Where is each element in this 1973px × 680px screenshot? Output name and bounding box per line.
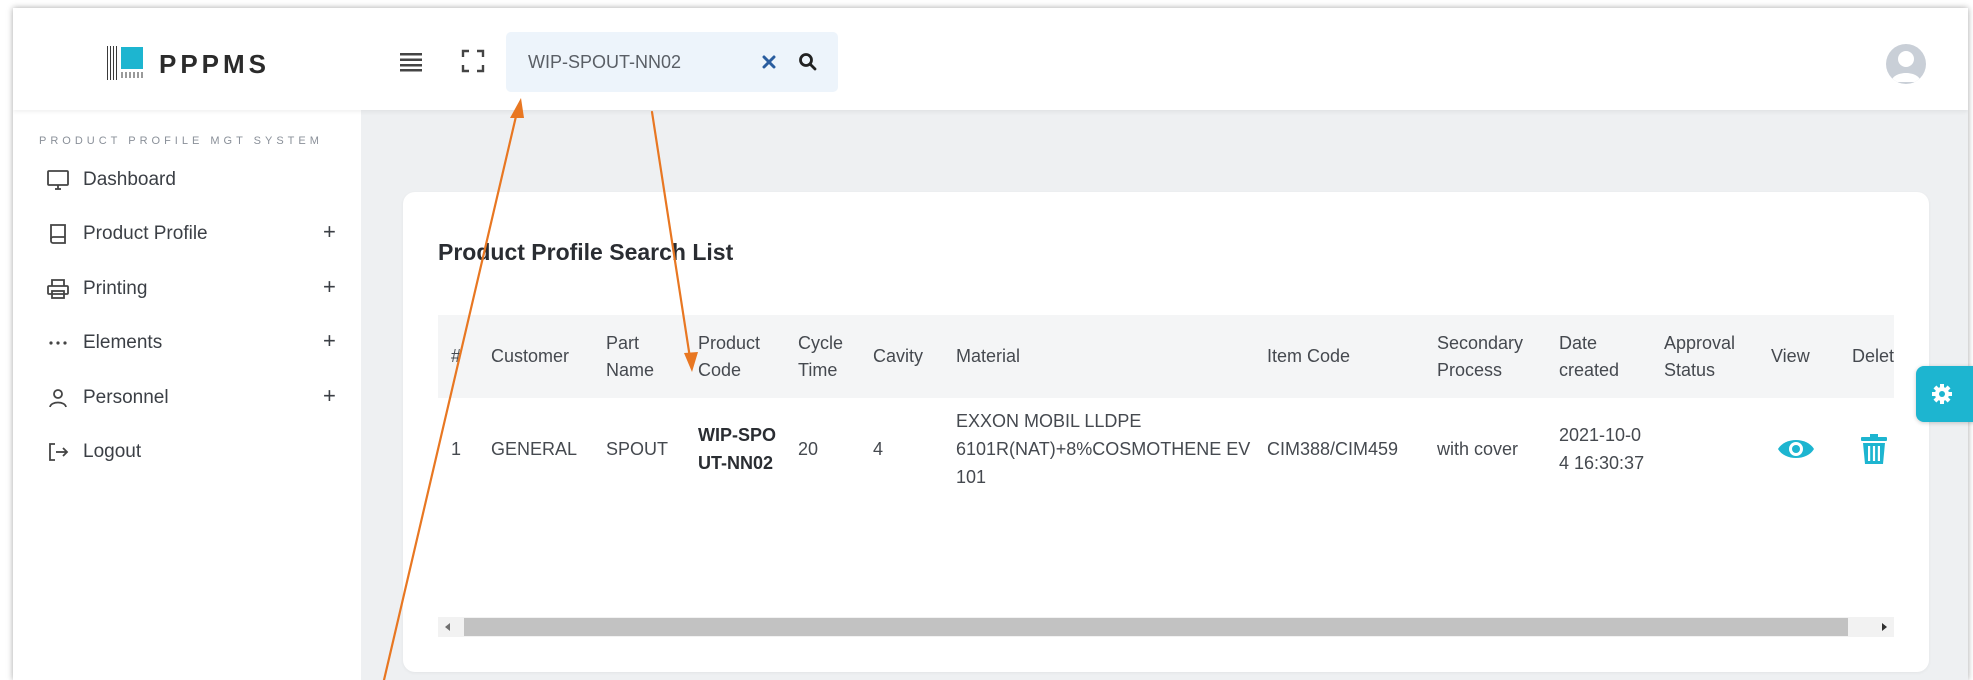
ellipsis-icon	[46, 331, 70, 355]
sidebar-item-label: Printing	[83, 278, 148, 299]
clear-search-icon[interactable]	[761, 54, 777, 70]
table-row: 1 GENERAL SPOUT WIP-SPOUT-NN02 20 4 EXXO…	[438, 398, 1894, 489]
cell-approval-status	[1651, 398, 1758, 489]
column-header: Cavity	[873, 346, 924, 366]
app-name: PPPMS	[159, 48, 271, 79]
sidebar-item-elements[interactable]: Elements +	[13, 316, 361, 370]
cell-secondary-process: with cover	[1437, 439, 1519, 459]
fullscreen-icon[interactable]	[460, 48, 486, 74]
column-header: Customer	[491, 346, 570, 366]
column-header: Product Code	[698, 332, 761, 380]
sidebar-item-label: Product Profile	[83, 223, 208, 244]
column-header: Cycle Time	[798, 332, 844, 380]
logout-icon	[46, 440, 70, 464]
monitor-icon	[46, 168, 70, 192]
sidebar-item-personnel[interactable]: Personnel +	[13, 371, 361, 425]
column-header: Part Name	[606, 332, 655, 380]
sidebar-item-printing[interactable]: Printing +	[13, 262, 361, 316]
sidebar-item-logout[interactable]: Logout	[13, 425, 361, 479]
sidebar-item-label: Personnel	[83, 387, 169, 408]
column-header: Delete	[1852, 346, 1894, 366]
book-icon	[46, 222, 70, 246]
column-header: Date created	[1559, 332, 1620, 380]
hamburger-menu-icon[interactable]	[398, 50, 424, 72]
expand-plus-icon[interactable]: +	[323, 383, 336, 409]
scroll-right-arrow-icon[interactable]	[1874, 617, 1894, 637]
sidebar-caption: PRODUCT PROFILE MGT SYSTEM	[39, 135, 323, 147]
cell-item-code: CIM388/CIM459	[1267, 439, 1399, 459]
cell-customer: GENERAL	[491, 439, 578, 459]
column-header: Material	[956, 346, 1021, 366]
cell-product-code: WIP-SPOUT-NN02	[698, 425, 777, 473]
expand-plus-icon[interactable]: +	[323, 328, 336, 354]
gear-icon	[1932, 384, 1952, 404]
column-header: Item Code	[1267, 346, 1351, 366]
scrollbar-thumb[interactable]	[464, 618, 1848, 636]
cell-delete	[1839, 398, 1894, 489]
column-header: #	[451, 346, 462, 366]
column-header: Approval Status	[1664, 332, 1736, 380]
results-table: # Customer Part Name Product Code Cycle …	[438, 315, 1894, 489]
expand-plus-icon[interactable]: +	[323, 219, 336, 245]
user-icon	[46, 386, 70, 410]
sidebar-item-dashboard[interactable]: Dashboard	[13, 153, 361, 207]
cell-material: EXXON MOBIL LLDPE 6101R(NAT)+8%COSMOTHEN…	[956, 411, 1251, 487]
eye-icon[interactable]	[1777, 436, 1815, 462]
search-icon[interactable]	[798, 52, 818, 72]
column-header: View	[1771, 346, 1810, 366]
scroll-left-arrow-icon[interactable]	[438, 617, 458, 637]
horizontal-scrollbar[interactable]	[438, 617, 1894, 637]
search-results-card: Product Profile Search List # Customer P…	[403, 192, 1929, 672]
sidebar-item-product-profile[interactable]: Product Profile +	[13, 207, 361, 261]
cell-cavity: 4	[873, 439, 884, 459]
sidebar: PRODUCT PROFILE MGT SYSTEM Dashboard Pro…	[13, 110, 361, 680]
logo-mark-icon	[107, 46, 145, 82]
column-header: Secondary Process	[1437, 332, 1524, 380]
trash-icon[interactable]	[1860, 433, 1888, 465]
table-header-row: # Customer Part Name Product Code Cycle …	[438, 315, 1894, 398]
cell-view	[1758, 398, 1839, 489]
user-avatar[interactable]	[1886, 44, 1926, 84]
sidebar-item-label: Dashboard	[83, 169, 176, 190]
main-content: Product Profile Search List # Customer P…	[361, 110, 1968, 680]
results-table-container[interactable]: # Customer Part Name Product Code Cycle …	[438, 315, 1894, 489]
cell-part-name: SPOUT	[606, 439, 669, 459]
search-input[interactable]	[526, 47, 730, 77]
expand-plus-icon[interactable]: +	[323, 274, 336, 300]
sidebar-item-label: Logout	[83, 441, 142, 462]
search-bar	[506, 32, 838, 92]
app-logo[interactable]: PPPMS	[107, 46, 270, 82]
top-header: PPPMS	[13, 8, 1968, 110]
settings-gear-button[interactable]	[1916, 366, 1973, 422]
cell-date-created: 2021-10-04 16:30:37	[1559, 425, 1645, 473]
app-window: PPPMS WIP-SPOUT-NN02 PRODUCT PROFILE MGT…	[13, 8, 1968, 680]
cell-cycle-time: 20	[798, 439, 819, 459]
printer-icon	[46, 277, 70, 301]
card-title: Product Profile Search List	[438, 239, 734, 265]
sidebar-item-label: Elements	[83, 332, 163, 353]
cell-number: 1	[451, 439, 462, 459]
